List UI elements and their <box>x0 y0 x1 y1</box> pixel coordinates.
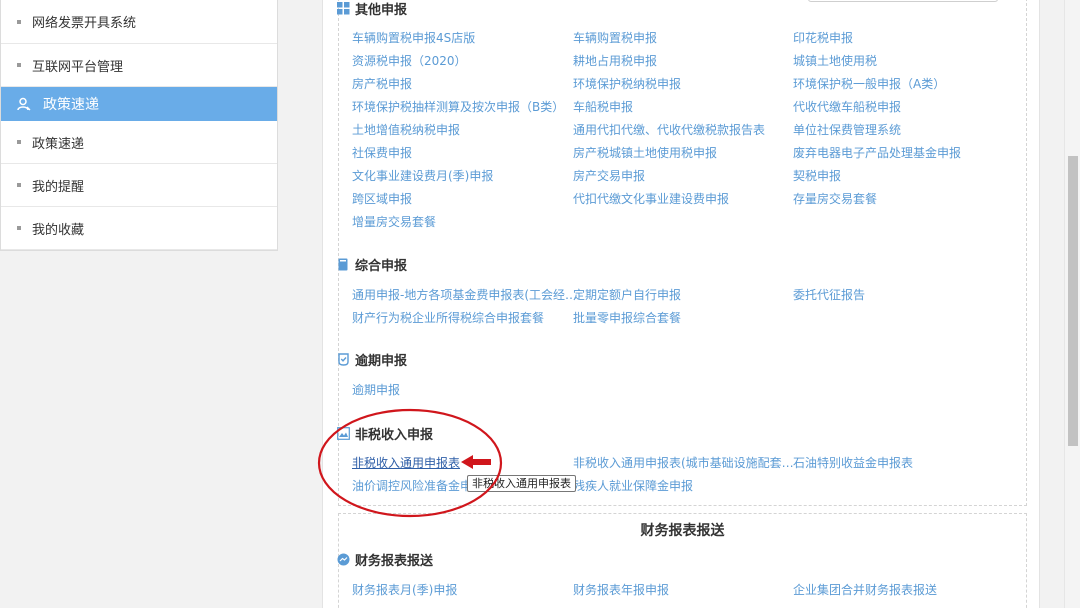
sidebar-item-policy[interactable]: 政策速递 <box>1 121 277 164</box>
grid-icon <box>337 2 350 15</box>
image-icon <box>337 427 350 440</box>
link-deed-tax[interactable]: 契税申报 <box>793 167 841 184</box>
section-title: 财务报表报送 <box>355 554 434 569</box>
link-overdue[interactable]: 逾期申报 <box>352 381 400 398</box>
link-land-occupation-tax[interactable]: 耕地占用税申报 <box>573 52 657 69</box>
scrollbar-thumb[interactable] <box>1068 156 1078 446</box>
scrollbar[interactable] <box>1064 0 1080 608</box>
section-comprehensive-declare: 综合申报 <box>337 255 407 274</box>
sidebar-item-label: 网络发票开具系统 <box>32 16 137 31</box>
link-property-land-tax[interactable]: 房产税城镇土地使用税申报 <box>573 144 717 161</box>
sidebar-item-label: 政策速递 <box>32 136 85 152</box>
section-financial-report: 财务报表报送 <box>337 550 433 569</box>
link-batch-zero[interactable]: 批量零申报综合套餐 <box>573 309 681 326</box>
user-icon <box>17 97 31 111</box>
book-icon <box>338 258 348 271</box>
link-house-trade[interactable]: 房产交易申报 <box>573 167 645 184</box>
link-annual-report[interactable]: 财务报表年报申报 <box>573 581 669 598</box>
link-group-consolidated[interactable]: 企业集团合并财务报表报送 <box>793 581 937 598</box>
link-property-cit-package[interactable]: 财产行为税企业所得税综合申报套餐 <box>352 309 544 326</box>
link-disability-fund[interactable]: 残疾人就业保障金申报 <box>573 477 693 494</box>
sidebar: 网络发票开具系统 互联网平台管理 政策速递 政策速递 我的提醒 我的收藏 <box>0 0 278 251</box>
link-property-tax[interactable]: 房产税申报 <box>352 75 412 92</box>
sidebar-item-policy-header[interactable]: 政策速递 <box>1 87 277 121</box>
sidebar-item-label: 政策速递 <box>43 97 99 113</box>
section-nontax-declare: 非税收入申报 <box>337 424 433 443</box>
section-title: 非税收入申报 <box>355 428 434 443</box>
bullet-icon <box>17 140 21 144</box>
link-fixed-quota[interactable]: 定期定额户自行申报 <box>573 286 681 303</box>
link-env-tax[interactable]: 环境保护税纳税申报 <box>573 75 681 92</box>
link-new-house[interactable]: 增量房交易套餐 <box>352 213 436 230</box>
link-resource-tax[interactable]: 资源税申报（2020） <box>352 52 467 69</box>
link-social-security-system[interactable]: 单位社保费管理系统 <box>793 121 901 138</box>
section-other-declare: 其他申报 <box>337 0 407 18</box>
link-entrusted-report[interactable]: 委托代征报告 <box>793 286 865 303</box>
sidebar-item-invoice[interactable]: 网络发票开具系统 <box>1 0 277 44</box>
link-culture-fee-withholding[interactable]: 代扣代缴文化事业建设费申报 <box>573 190 729 207</box>
link-env-tax-b[interactable]: 环境保护税抽样测算及按次申报（B类） <box>352 98 564 115</box>
link-oil-price-reserve[interactable]: 油价调控风险准备金申 <box>352 477 472 494</box>
link-existing-house[interactable]: 存量房交易套餐 <box>793 190 877 207</box>
link-social-security[interactable]: 社保费申报 <box>352 144 412 161</box>
search-input[interactable] <box>808 0 998 2</box>
box-title: 财务报表报送 <box>640 523 725 539</box>
link-vehicle-tax-4s[interactable]: 车辆购置税申报4S店版 <box>352 29 475 46</box>
sidebar-item-label: 互联网平台管理 <box>32 59 124 75</box>
link-vehicle-tax[interactable]: 车辆购置税申报 <box>573 29 657 46</box>
link-culture-fee[interactable]: 文化事业建设费月(季)申报 <box>352 167 493 184</box>
chart-icon <box>337 553 350 566</box>
clock-icon <box>338 353 349 366</box>
section-title: 逾期申报 <box>355 354 408 369</box>
link-vessel-tax[interactable]: 车船税申报 <box>573 98 633 115</box>
sidebar-item-platform[interactable]: 互联网平台管理 <box>1 44 277 87</box>
link-monthly-report[interactable]: 财务报表月(季)申报 <box>352 581 457 598</box>
sidebar-item-label: 我的收藏 <box>32 222 85 238</box>
link-tooltip: 非税收入通用申报表 <box>467 475 576 492</box>
link-withholding-report[interactable]: 通用代扣代缴、代收代缴税款报告表 <box>573 121 765 138</box>
bullet-icon <box>17 19 21 24</box>
sidebar-item-reminder[interactable]: 我的提醒 <box>1 164 277 207</box>
main-panel: 其他申报 车辆购置税申报4S店版 车辆购置税申报 印花税申报 资源税申报（202… <box>322 0 1040 608</box>
section-title: 综合申报 <box>355 259 408 274</box>
link-ewaste-fund[interactable]: 废弃电器电子产品处理基金申报 <box>793 144 961 161</box>
link-oil-special-income[interactable]: 石油特别收益金申报表 <box>793 454 913 471</box>
link-general-fund-declare[interactable]: 通用申报-地方各项基金费申报表(工会经… <box>352 286 577 303</box>
bullet-icon <box>17 226 21 230</box>
sidebar-item-favorites[interactable]: 我的收藏 <box>1 207 277 250</box>
sidebar-item-label: 我的提醒 <box>32 179 85 195</box>
link-env-tax-a[interactable]: 环境保护税一般申报（A类） <box>793 75 945 92</box>
link-nontax-general[interactable]: 非税收入通用申报表 <box>352 454 460 471</box>
link-cross-region[interactable]: 跨区域申报 <box>352 190 412 207</box>
bullet-icon <box>17 183 21 187</box>
link-land-vat[interactable]: 土地增值税纳税申报 <box>352 121 460 138</box>
section-overdue-declare: 逾期申报 <box>337 350 407 369</box>
section-title: 其他申报 <box>355 3 408 18</box>
bullet-icon <box>17 63 21 67</box>
link-urban-land-tax[interactable]: 城镇土地使用税 <box>793 52 877 69</box>
link-nontax-infrastructure[interactable]: 非税收入通用申报表(城市基础设施配套… <box>573 454 794 471</box>
link-vessel-tax-withholding[interactable]: 代收代缴车船税申报 <box>793 98 901 115</box>
link-stamp-tax[interactable]: 印花税申报 <box>793 29 853 46</box>
